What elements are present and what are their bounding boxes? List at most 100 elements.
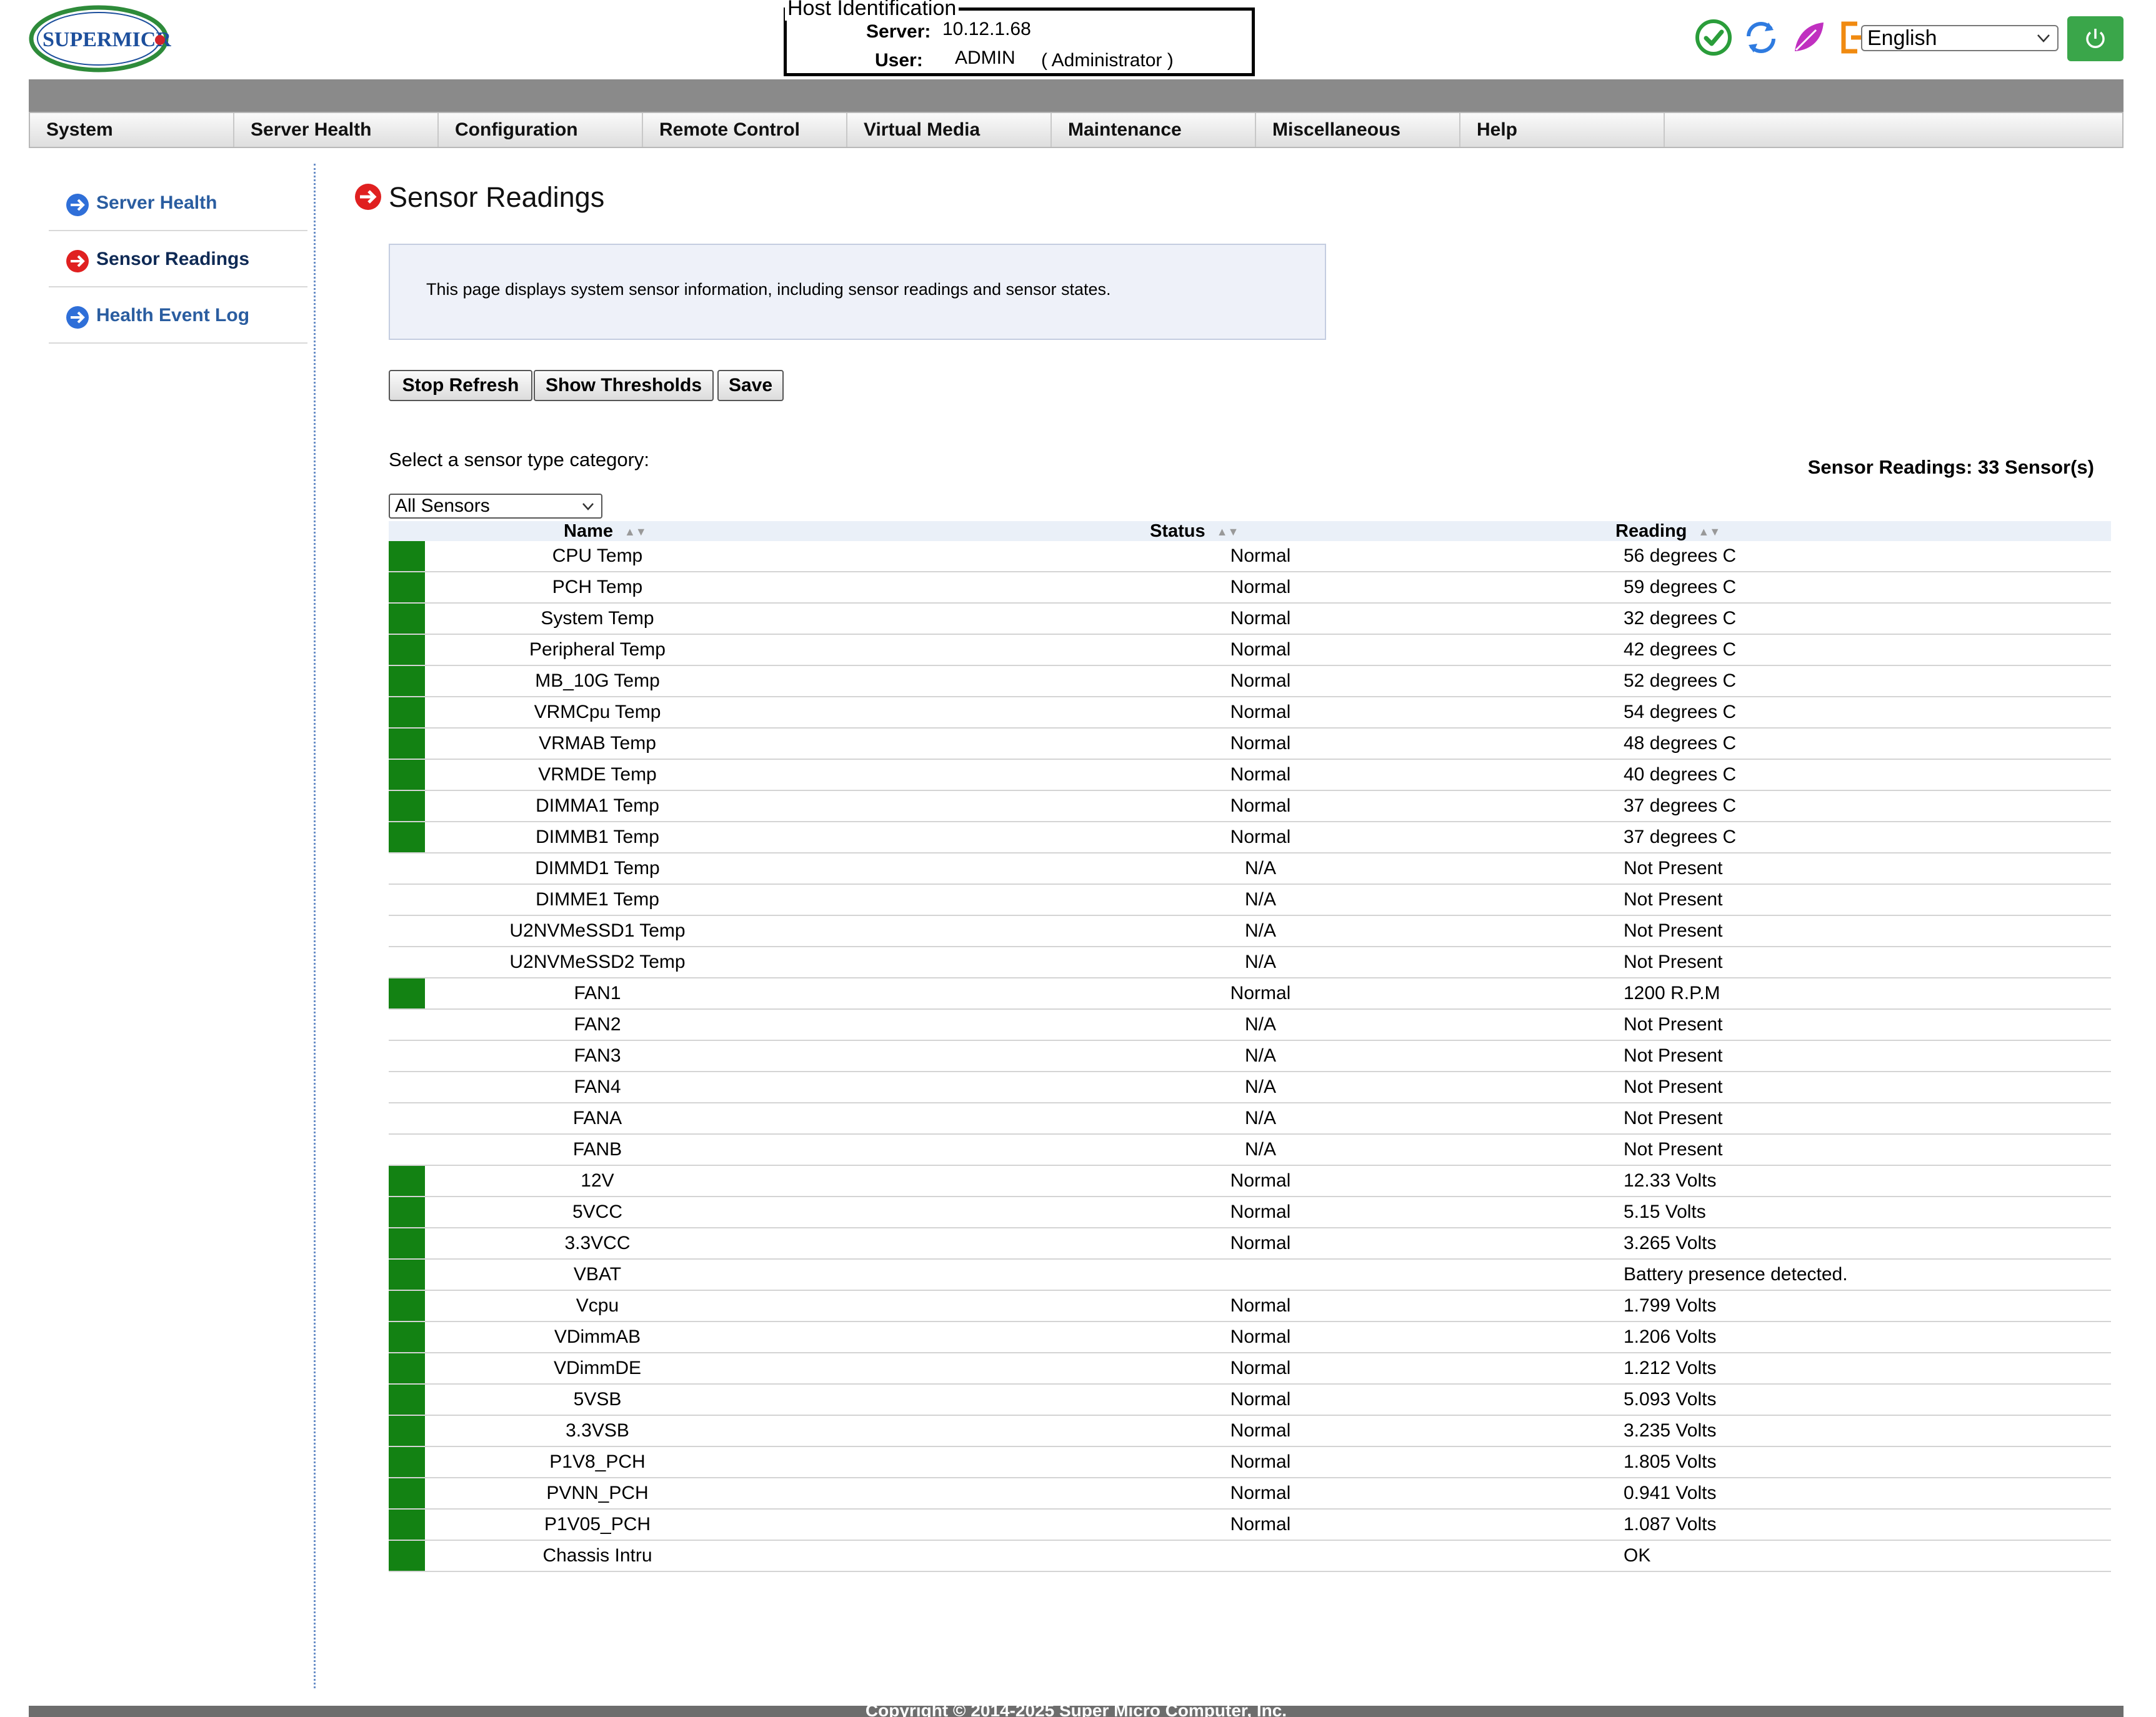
nav-miscellaneous[interactable]: Miscellaneous [1256, 113, 1460, 147]
column-header-reading[interactable]: Reading ▲▼ [1615, 521, 1720, 542]
table-row: FANB N/A Not Present [389, 1135, 2111, 1166]
sensor-status: Normal [1230, 577, 1291, 597]
power-icon [2086, 29, 2105, 48]
nav-configuration[interactable]: Configuration [439, 113, 643, 147]
nav-help[interactable]: Help [1460, 113, 1665, 147]
sensor-name: MB_10G Temp [535, 670, 660, 691]
sensor-status: Normal [1230, 827, 1291, 847]
nav-virtual-media[interactable]: Virtual Media [847, 113, 1052, 147]
nav-remote-control[interactable]: Remote Control [643, 113, 847, 147]
language-select[interactable]: English [1861, 25, 2059, 51]
description-box: This page displays system sensor informa… [389, 244, 1326, 340]
sensor-status: N/A [1244, 952, 1276, 972]
nav-system[interactable]: System [30, 113, 234, 147]
sensor-category-value: All Sensors [395, 495, 490, 516]
sensor-reading: 1.212 Volts [1624, 1358, 1717, 1378]
sensor-name: FAN2 [574, 1014, 621, 1035]
language-value: English [1867, 26, 1937, 50]
sort-icon: ▲▼ [1216, 525, 1239, 538]
sensor-name: Peripheral Temp [529, 639, 666, 660]
user-label: User: [875, 50, 923, 71]
arrow-right-icon [66, 194, 89, 216]
sensor-name: FANB [572, 1139, 622, 1160]
sensor-name: VRMAB Temp [539, 733, 656, 754]
sensor-name: DIMMA1 Temp [536, 795, 659, 816]
sensor-name: VDimmAB [554, 1326, 641, 1347]
server-value: 10.12.1.68 [942, 19, 1031, 39]
sensor-reading: 32 degrees C [1624, 608, 1737, 629]
sensor-status: Normal [1230, 1389, 1291, 1410]
sensor-name: 3.3VCC [564, 1233, 631, 1253]
leaf-icon[interactable] [1789, 17, 1829, 57]
sensor-reading: Not Present [1624, 889, 1723, 910]
arrow-right-icon [355, 184, 381, 210]
sidebar-item-health-event-log[interactable]: Health Event Log [49, 289, 307, 344]
sensor-status: Normal [1230, 1451, 1291, 1472]
save-button[interactable]: Save [717, 370, 784, 401]
sidebar-item-label: Sensor Readings [96, 249, 250, 269]
sensor-reading: 52 degrees C [1624, 670, 1737, 691]
stop-refresh-button[interactable]: Stop Refresh [389, 370, 532, 401]
sidebar-item-server-health[interactable]: Server Health [49, 176, 307, 231]
nav-top-strip [29, 79, 2124, 112]
sensor-reading: 59 degrees C [1624, 577, 1737, 597]
nav-maintenance[interactable]: Maintenance [1052, 113, 1256, 147]
footer: Copyright © 2014-2025 Super Micro Comput… [29, 1706, 2124, 1717]
sensor-status: Normal [1230, 1514, 1291, 1535]
sensor-reading: 40 degrees C [1624, 764, 1737, 785]
sensor-reading: 1.805 Volts [1624, 1451, 1717, 1472]
sensor-reading: 5.15 Volts [1624, 1202, 1706, 1222]
table-row: DIMME1 Temp N/A Not Present [389, 885, 2111, 916]
sensor-reading: Not Present [1624, 952, 1723, 972]
host-identification-title: Host Identification [785, 0, 959, 21]
table-row: 5VCC Normal 5.15 Volts [389, 1197, 2111, 1228]
sensor-name: DIMMB1 Temp [536, 827, 659, 847]
sensor-name: PVNN_PCH [546, 1483, 649, 1503]
arrow-right-icon [66, 306, 89, 329]
table-row: 3.3VCC Normal 3.265 Volts [389, 1228, 2111, 1260]
sensor-reading: 1.799 Volts [1624, 1295, 1717, 1316]
table-row: 3.3VSB Normal 3.235 Volts [389, 1416, 2111, 1447]
sensor-name: DIMME1 Temp [536, 889, 659, 910]
sensor-name: Vcpu [576, 1295, 619, 1316]
sensor-reading: 54 degrees C [1624, 702, 1737, 722]
sensor-name: VDimmDE [554, 1358, 641, 1378]
sensor-status: Normal [1230, 1483, 1291, 1503]
table-row: FAN4 N/A Not Present [389, 1072, 2111, 1103]
sensor-name: U2NVMeSSD1 Temp [509, 920, 686, 941]
sensor-status: Normal [1230, 639, 1291, 660]
table-row: FANA N/A Not Present [389, 1103, 2111, 1135]
check-circle-icon[interactable] [1694, 17, 1734, 57]
sensor-reading: OK [1624, 1545, 1651, 1566]
sensor-name: FAN3 [574, 1045, 621, 1066]
column-header-name[interactable]: Name ▲▼ [564, 521, 647, 542]
table-row: VRMAB Temp Normal 48 degrees C [389, 729, 2111, 760]
sensor-reading: Not Present [1624, 1045, 1723, 1066]
nav-server-health[interactable]: Server Health [234, 113, 439, 147]
sensor-status: N/A [1244, 1045, 1276, 1066]
table-row: PVNN_PCH Normal 0.941 Volts [389, 1478, 2111, 1510]
sort-icon: ▲▼ [624, 525, 647, 538]
sensor-status: Normal [1230, 795, 1291, 816]
sidebar-item-label: Health Event Log [96, 305, 250, 326]
sensor-category-select[interactable]: All Sensors [389, 494, 602, 519]
column-header-status[interactable]: Status ▲▼ [1150, 521, 1239, 542]
sensor-status: Normal [1230, 1420, 1291, 1441]
sensor-name: 3.3VSB [566, 1420, 629, 1441]
sensor-status: N/A [1244, 1014, 1276, 1035]
show-thresholds-button[interactable]: Show Thresholds [534, 370, 714, 401]
table-row: MB_10G Temp Normal 52 degrees C [389, 666, 2111, 697]
server-label: Server: [866, 21, 931, 42]
refresh-icon[interactable] [1741, 17, 1781, 57]
sensor-reading: 3.265 Volts [1624, 1233, 1717, 1253]
sensor-reading: 56 degrees C [1624, 545, 1737, 566]
sensor-status: Normal [1230, 1358, 1291, 1378]
table-row: System Temp Normal 32 degrees C [389, 604, 2111, 635]
power-button[interactable] [2067, 16, 2124, 61]
sensor-status: Normal [1230, 702, 1291, 722]
sidebar-item-sensor-readings[interactable]: Sensor Readings [49, 232, 307, 287]
description-text: This page displays system sensor informa… [426, 280, 1111, 299]
sensor-name: 5VSB [573, 1389, 622, 1410]
table-row: U2NVMeSSD1 Temp N/A Not Present [389, 916, 2111, 947]
supermicro-logo: SUPERMICRO [27, 2, 187, 72]
